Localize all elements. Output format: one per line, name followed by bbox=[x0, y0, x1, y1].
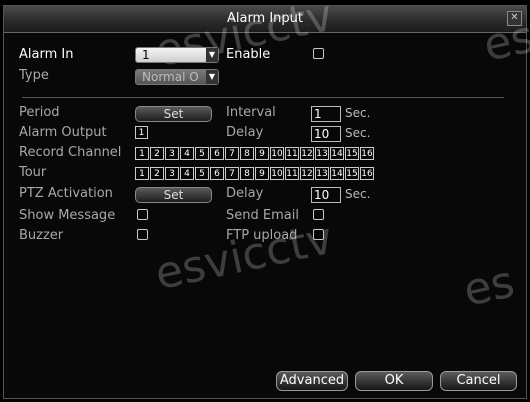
tour-box[interactable]: 7 bbox=[225, 167, 239, 180]
delay-input[interactable]: 10 bbox=[311, 126, 341, 142]
record-channel-label: Record Channel bbox=[19, 145, 122, 160]
record-channel-box[interactable]: 13 bbox=[315, 147, 329, 160]
enable-label: Enable bbox=[226, 47, 271, 62]
delay-label-2: Delay bbox=[226, 186, 264, 201]
record-channel-box[interactable]: 10 bbox=[270, 147, 284, 160]
close-icon[interactable]: ✕ bbox=[507, 11, 522, 26]
period-set-button[interactable]: Set bbox=[135, 106, 212, 122]
record-channel-box[interactable]: 15 bbox=[345, 147, 359, 160]
period-label: Period bbox=[19, 105, 60, 120]
delay-unit: Sec. bbox=[345, 126, 371, 140]
tour-box[interactable]: 11 bbox=[285, 167, 299, 180]
type-label: Type bbox=[19, 68, 49, 83]
ptz-set-button[interactable]: Set bbox=[135, 187, 212, 203]
tour-box[interactable]: 5 bbox=[195, 167, 209, 180]
alarm-in-label: Alarm In bbox=[19, 47, 74, 62]
buzzer-checkbox[interactable] bbox=[137, 229, 148, 240]
tour-box[interactable]: 6 bbox=[210, 167, 224, 180]
show-message-label: Show Message bbox=[19, 208, 116, 223]
record-channel-box[interactable]: 8 bbox=[240, 147, 254, 160]
cancel-button[interactable]: Cancel bbox=[440, 371, 517, 391]
watermark: esvicctv bbox=[150, 212, 338, 301]
interval-unit: Sec. bbox=[345, 106, 371, 120]
record-channel-box[interactable]: 6 bbox=[210, 147, 224, 160]
interval-input[interactable]: 1 bbox=[311, 106, 341, 122]
interval-label: Interval bbox=[226, 105, 276, 120]
tour-label: Tour bbox=[19, 165, 47, 180]
record-channel-box[interactable]: 16 bbox=[360, 147, 374, 160]
tour-box[interactable]: 3 bbox=[165, 167, 179, 180]
show-message-checkbox[interactable] bbox=[137, 209, 148, 220]
record-channel-box[interactable]: 5 bbox=[195, 147, 209, 160]
divider bbox=[22, 97, 504, 98]
tour-box[interactable]: 15 bbox=[345, 167, 359, 180]
type-value: Normal O bbox=[142, 70, 199, 84]
record-channel-box[interactable]: 14 bbox=[330, 147, 344, 160]
alarm-in-value: 1 bbox=[142, 48, 150, 62]
watermark: es bbox=[459, 256, 519, 317]
tour-box[interactable]: 1 bbox=[135, 167, 149, 180]
delay-label: Delay bbox=[226, 125, 264, 140]
tour-box[interactable]: 4 bbox=[180, 167, 194, 180]
chevron-down-icon: ▼ bbox=[206, 70, 218, 84]
advanced-button[interactable]: Advanced bbox=[276, 371, 348, 391]
record-channel-box[interactable]: 7 bbox=[225, 147, 239, 160]
tour-box[interactable]: 10 bbox=[270, 167, 284, 180]
ftp-upload-checkbox[interactable] bbox=[313, 229, 324, 240]
tour-box[interactable]: 8 bbox=[240, 167, 254, 180]
dialog-title: Alarm Input bbox=[226, 11, 304, 26]
alarm-input-dialog: Alarm Input ✕ esvicctv esvicctv es es Al… bbox=[3, 0, 530, 399]
record-channel-row: 1 2 3 4 5 6 7 8 9 10 11 12 13 14 15 16 bbox=[135, 147, 375, 160]
enable-checkbox[interactable] bbox=[313, 48, 324, 59]
record-channel-box[interactable]: 9 bbox=[255, 147, 269, 160]
alarm-output-box[interactable]: 1 bbox=[135, 126, 148, 139]
tour-box[interactable]: 2 bbox=[150, 167, 164, 180]
send-email-label: Send Email bbox=[226, 208, 299, 223]
tour-row: 1 2 3 4 5 6 7 8 9 10 11 12 13 14 15 16 bbox=[135, 167, 375, 180]
tour-box[interactable]: 16 bbox=[360, 167, 374, 180]
record-channel-box[interactable]: 2 bbox=[150, 147, 164, 160]
record-channel-box[interactable]: 4 bbox=[180, 147, 194, 160]
ptz-activation-label: PTZ Activation bbox=[19, 186, 113, 201]
tour-box[interactable]: 13 bbox=[315, 167, 329, 180]
tour-box[interactable]: 9 bbox=[255, 167, 269, 180]
tour-box[interactable]: 14 bbox=[330, 167, 344, 180]
delay-input-2[interactable]: 10 bbox=[311, 187, 341, 203]
alarm-output-label: Alarm Output bbox=[19, 125, 107, 140]
chevron-down-icon: ▼ bbox=[206, 48, 218, 62]
record-channel-box[interactable]: 12 bbox=[300, 147, 314, 160]
send-email-checkbox[interactable] bbox=[313, 209, 324, 220]
ftp-upload-label: FTP upload bbox=[226, 228, 298, 243]
alarm-in-select[interactable]: 1 ▼ bbox=[135, 47, 219, 63]
record-channel-box[interactable]: 3 bbox=[165, 147, 179, 160]
tour-box[interactable]: 12 bbox=[300, 167, 314, 180]
record-channel-box[interactable]: 1 bbox=[135, 147, 149, 160]
ok-button[interactable]: OK bbox=[355, 371, 433, 391]
delay-unit-2: Sec. bbox=[345, 187, 371, 201]
record-channel-box[interactable]: 11 bbox=[285, 147, 299, 160]
type-select: Normal O ▼ bbox=[135, 69, 219, 85]
title-bar: Alarm Input ✕ bbox=[4, 6, 526, 33]
buzzer-label: Buzzer bbox=[19, 228, 64, 243]
